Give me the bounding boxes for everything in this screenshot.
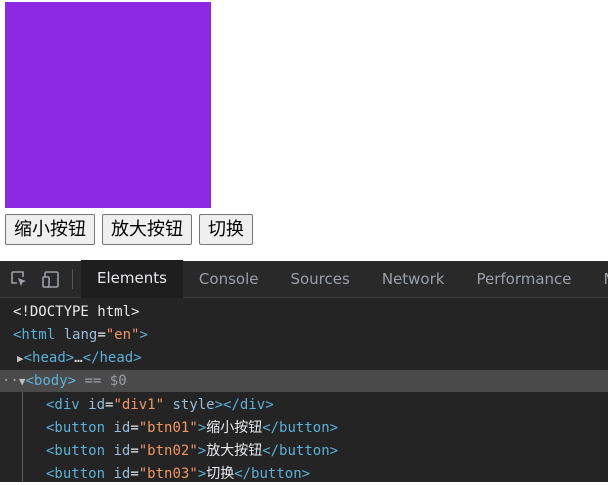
- div-node[interactable]: <div id="div1" style></div>: [0, 394, 608, 416]
- shrink-button[interactable]: 缩小按钮: [5, 214, 95, 245]
- html-node[interactable]: <html lang="en">: [0, 324, 608, 346]
- toggle-button[interactable]: 切换: [199, 214, 253, 245]
- body-node[interactable]: ··▼<body> == $0: [0, 370, 608, 392]
- more-dots-icon[interactable]: ··: [2, 373, 19, 389]
- devtools-tabbar: Elements Console Sources Network Perform…: [0, 260, 608, 298]
- tab-sources[interactable]: Sources: [274, 261, 365, 297]
- div1-box: [5, 2, 211, 208]
- head-node[interactable]: ▶<head>…</head>: [0, 347, 608, 369]
- toolbar-divider: [72, 269, 73, 289]
- tab-elements[interactable]: Elements: [81, 260, 183, 298]
- doctype-node[interactable]: <!DOCTYPE html>: [0, 301, 608, 323]
- page-content: 缩小按钮 放大按钮 切换: [0, 0, 608, 260]
- devtools-panel: Elements Console Sources Network Perform…: [0, 260, 608, 482]
- button-node-btn02[interactable]: <button id="btn02">放大按钮</button>: [0, 440, 608, 462]
- inspect-element-icon[interactable]: [8, 268, 30, 290]
- tab-performance[interactable]: Performance: [460, 261, 587, 297]
- tab-network[interactable]: Network: [366, 261, 461, 297]
- expand-arrow-icon[interactable]: ▶: [17, 352, 24, 365]
- tab-more[interactable]: M: [588, 261, 608, 297]
- device-toolbar-icon[interactable]: [40, 268, 62, 290]
- tab-console[interactable]: Console: [183, 261, 275, 297]
- button-row: 缩小按钮 放大按钮 切换: [5, 214, 253, 245]
- enlarge-button[interactable]: 放大按钮: [102, 214, 192, 245]
- button-node-btn01[interactable]: <button id="btn01">缩小按钮</button>: [0, 417, 608, 439]
- dom-tree: <!DOCTYPE html> <html lang="en"> ▶<head>…: [0, 298, 608, 482]
